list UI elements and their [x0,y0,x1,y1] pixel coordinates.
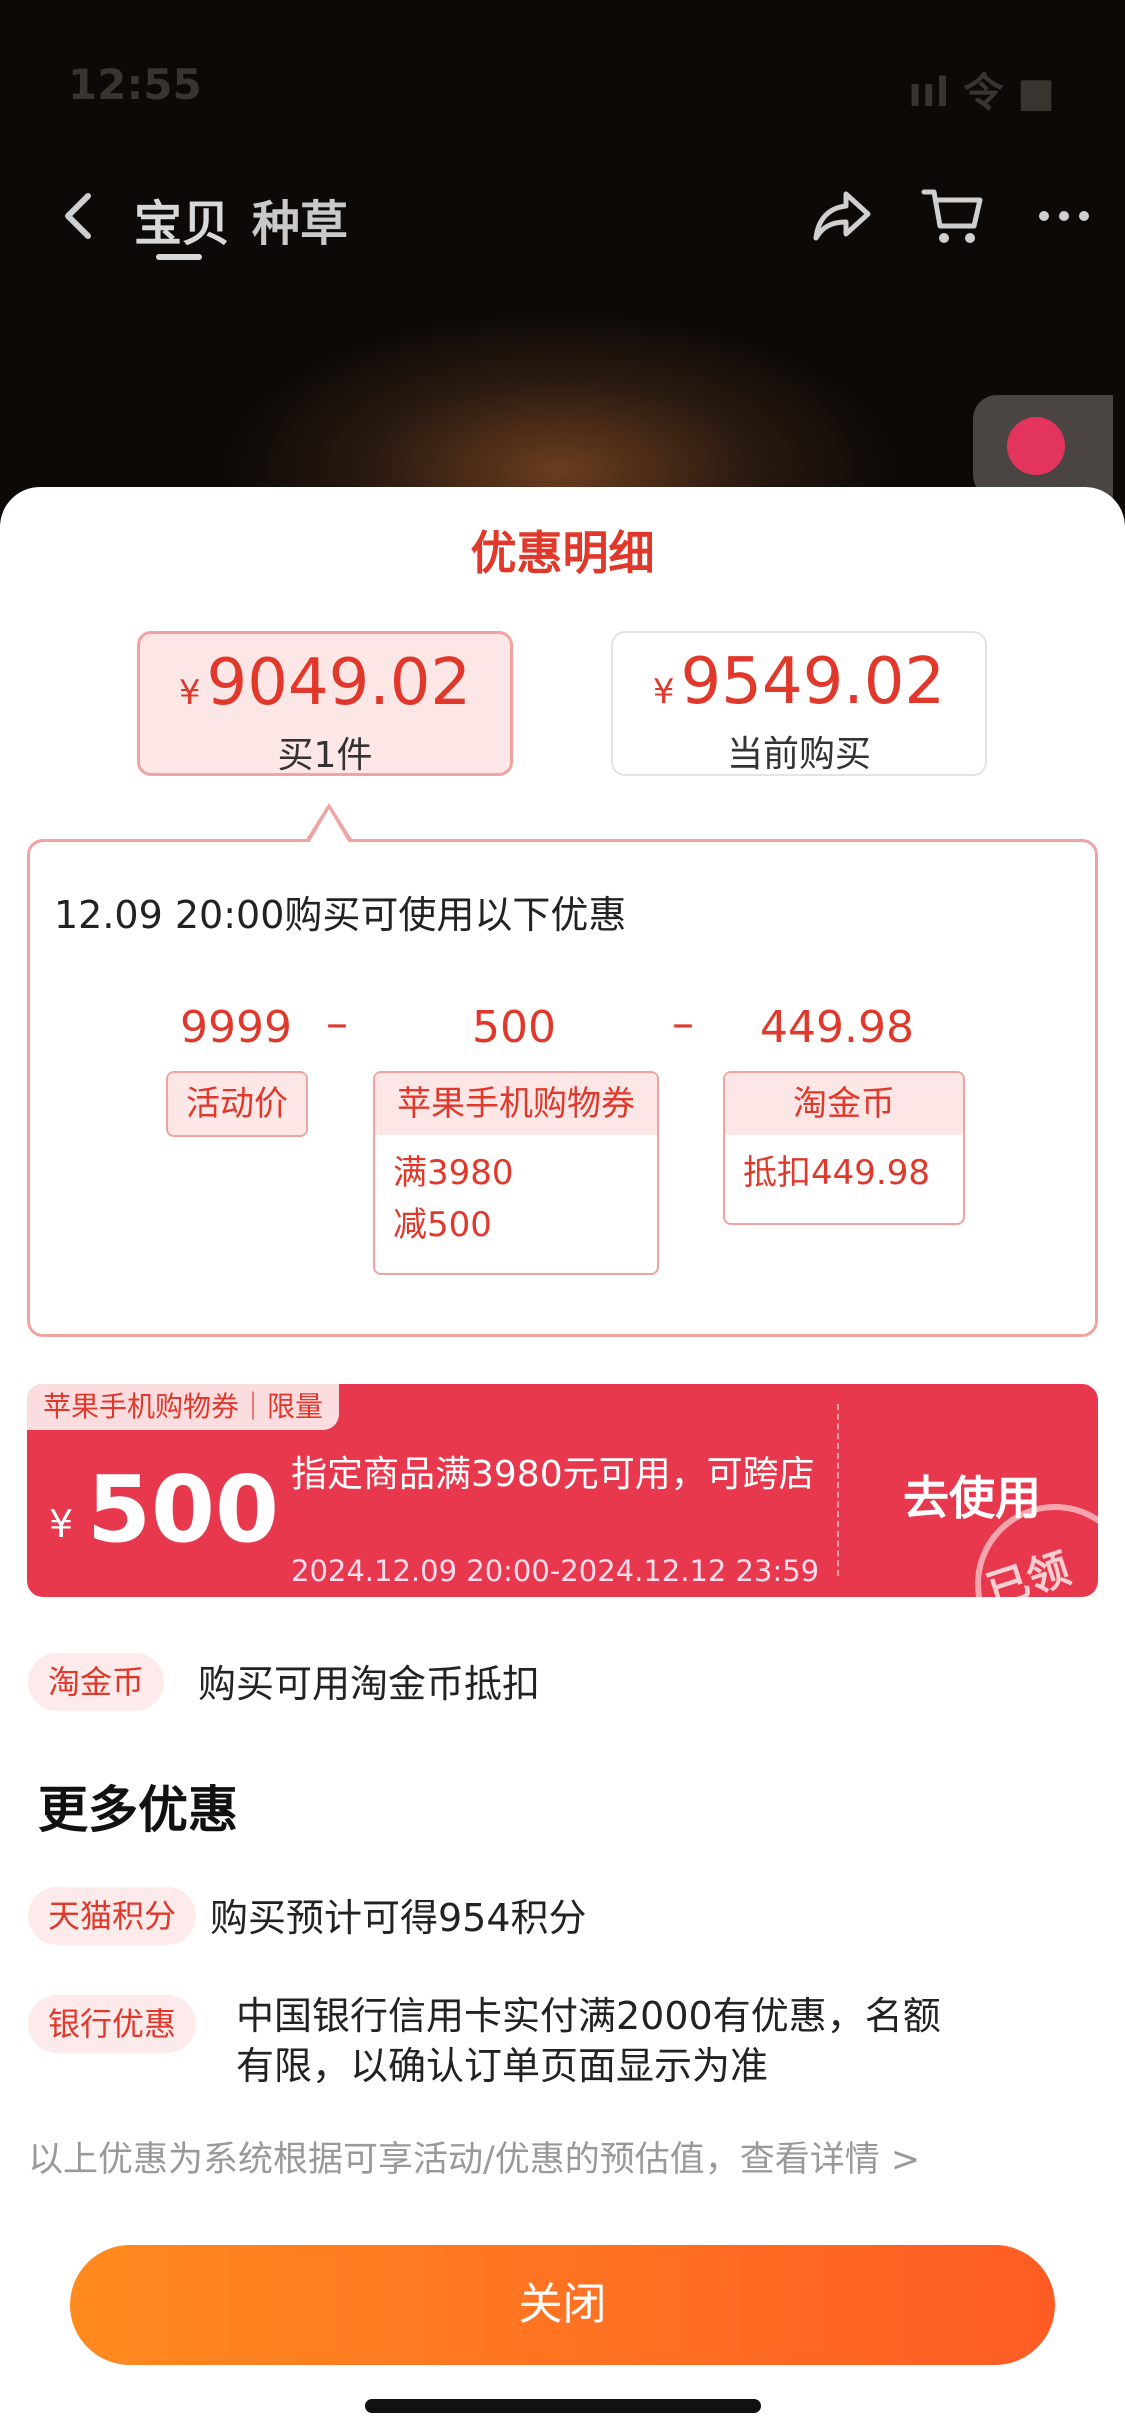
cart-button[interactable] [918,182,986,250]
price-label: 买1件 [277,735,373,776]
home-indicator [365,2399,761,2413]
calc-minus: – [672,998,694,1049]
breakdown-heading: 12.09 20:00购买可使用以下优惠 [54,893,627,937]
tag-taojinbi: 淘金币 抵扣449.98 [723,1071,965,1225]
coupon-card: 苹果手机购物券｜限量 ¥ 500 指定商品满3980元可用，可跨店 2024.1… [27,1384,1098,1597]
chevron-left-icon [65,193,91,239]
calc-minus: – [326,998,348,1049]
status-indicators: ııl 令 ■ [908,70,1055,116]
more-discounts-title: 更多优惠 [38,1781,238,1839]
detail-pointer-fill [309,809,349,843]
coupon-validity: 2024.12.09 20:00-2024.12.12 23:59 [291,1554,820,1588]
price-option-current[interactable]: ¥9549.02 当前购买 [611,631,987,776]
bank-discount-text: 中国银行信用卡实付满2000有优惠，名额 有限，以确认订单页面显示为准 [236,1994,941,2088]
price-value: ¥9049.02 [178,646,472,720]
more-button[interactable] [1030,182,1098,250]
tmall-points-text: 购买预计可得954积分 [210,1896,587,1940]
back-button[interactable] [48,184,112,248]
sheet-title: 优惠明细 [470,526,655,580]
cart-icon [921,189,983,243]
price-value: ¥9549.02 [652,645,946,719]
widget-logo-icon [1007,417,1065,475]
tag-activity-price: 活动价 [166,1071,308,1137]
calc-activity-price: 9999 [180,1002,292,1053]
coupon-description: 指定商品满3980元可用，可跨店 [291,1454,815,1495]
coupon-amount: 500 [87,1456,280,1563]
taojinbi-pill: 淘金币 [28,1653,165,1711]
status-bar: 12:55 ııl 令 ■ [0,40,1125,130]
tag-iphone-coupon: 苹果手机购物券 满3980 减500 [373,1071,659,1275]
floating-widget-button[interactable] [973,395,1113,499]
nav-bar: 宝贝 种草 [0,170,1125,270]
share-button[interactable] [808,182,876,250]
price-label: 当前购买 [726,734,871,775]
taojinbi-text: 购买可用淘金币抵扣 [198,1662,541,1706]
estimate-footnote-link[interactable]: 以上优惠为系统根据可享活动/优惠的预估值，查看详情 > [28,2131,920,2182]
tmall-points-pill: 天猫积分 [28,1887,197,1945]
discount-detail-sheet: 优惠明细 ¥9049.02 买1件 ¥9549.02 当前购买 12.09 20… [0,487,1125,2436]
calc-coupon-amount: 500 [472,1002,556,1053]
price-option-buy-one[interactable]: ¥9049.02 买1件 [137,631,513,776]
tab-zhongcao[interactable]: 种草 [252,184,348,254]
calc-coin-amount: 449.98 [760,1002,914,1053]
coupon-currency: ¥ [49,1502,74,1546]
more-dots-icon [1039,211,1089,221]
share-icon [813,191,871,241]
tab-baobei[interactable]: 宝贝 [134,184,230,254]
coupon-divider [837,1404,839,1576]
discount-breakdown-box: 12.09 20:00购买可使用以下优惠 9999 – 500 – 449.98… [27,839,1098,1337]
coupon-tag: 苹果手机购物券｜限量 [27,1384,340,1430]
tab-active-indicator [156,254,202,260]
status-time: 12:55 [68,60,202,109]
close-button[interactable]: 关闭 [70,2245,1055,2365]
bank-discount-pill: 银行优惠 [28,1995,197,2053]
